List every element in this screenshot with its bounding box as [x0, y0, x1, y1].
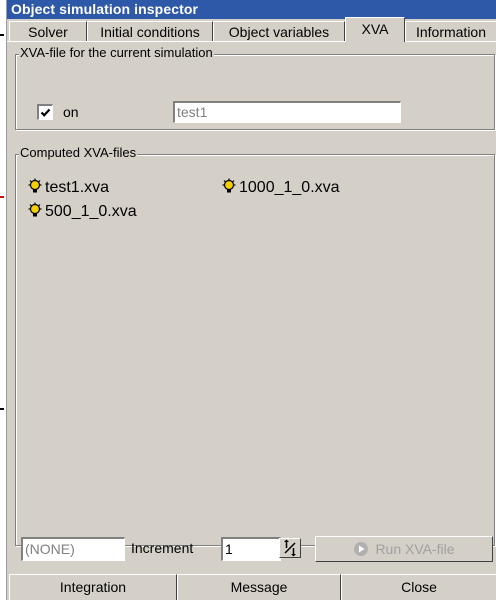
run-xva-label: Run XVA-file — [375, 541, 455, 557]
xva-filename-field[interactable]: test1 — [173, 101, 401, 123]
tab-strip-divider — [7, 41, 496, 42]
edge-artifact — [0, 196, 4, 198]
file-item-label: 1000_1_0.xva — [239, 179, 340, 196]
on-checkbox[interactable] — [37, 104, 53, 120]
increment-spinner[interactable] — [279, 538, 301, 558]
tab-object-variables[interactable]: Object variables — [213, 21, 345, 41]
increment-field[interactable]: 1 — [221, 537, 281, 561]
tab-solver[interactable]: Solver — [9, 21, 87, 41]
file-item-label: test1.xva — [45, 179, 110, 196]
file-item-500-1-0[interactable]: 500_1_0.xva — [27, 202, 137, 222]
tab-xva[interactable]: XVA — [345, 17, 405, 42]
spin-arrows-icon — [284, 539, 296, 557]
checkmark-icon — [40, 108, 51, 117]
bulb-icon — [222, 178, 236, 193]
tab-information[interactable]: Information — [405, 21, 496, 41]
edge-artifact — [0, 408, 4, 410]
close-button[interactable]: Close — [341, 574, 496, 600]
file-item-label: 500_1_0.xva — [45, 203, 137, 220]
computed-files-legend: Computed XVA-files — [19, 145, 138, 160]
bulb-icon — [28, 178, 42, 193]
inspector-window: Object simulation inspector Solver Initi… — [6, 0, 496, 600]
run-xva-button[interactable]: Run XVA-file — [315, 536, 493, 562]
xva-file-group-legend: XVA-file for the current simulation — [19, 45, 214, 60]
edge-artifact — [0, 34, 4, 36]
tab-initial-conditions[interactable]: Initial conditions — [87, 21, 213, 41]
on-checkbox-label: on — [63, 104, 79, 120]
file-item-test1[interactable]: test1.xva — [27, 178, 109, 198]
file-item-1000-1-0[interactable]: 1000_1_0.xva — [221, 178, 340, 198]
selection-field[interactable]: (NONE) — [21, 537, 125, 561]
bulb-icon — [28, 202, 42, 217]
play-icon — [354, 542, 369, 556]
integration-button[interactable]: Integration — [9, 574, 177, 600]
window-title[interactable]: Object simulation inspector — [7, 0, 496, 19]
message-button[interactable]: Message — [177, 574, 341, 600]
increment-label: Increment — [131, 540, 194, 556]
